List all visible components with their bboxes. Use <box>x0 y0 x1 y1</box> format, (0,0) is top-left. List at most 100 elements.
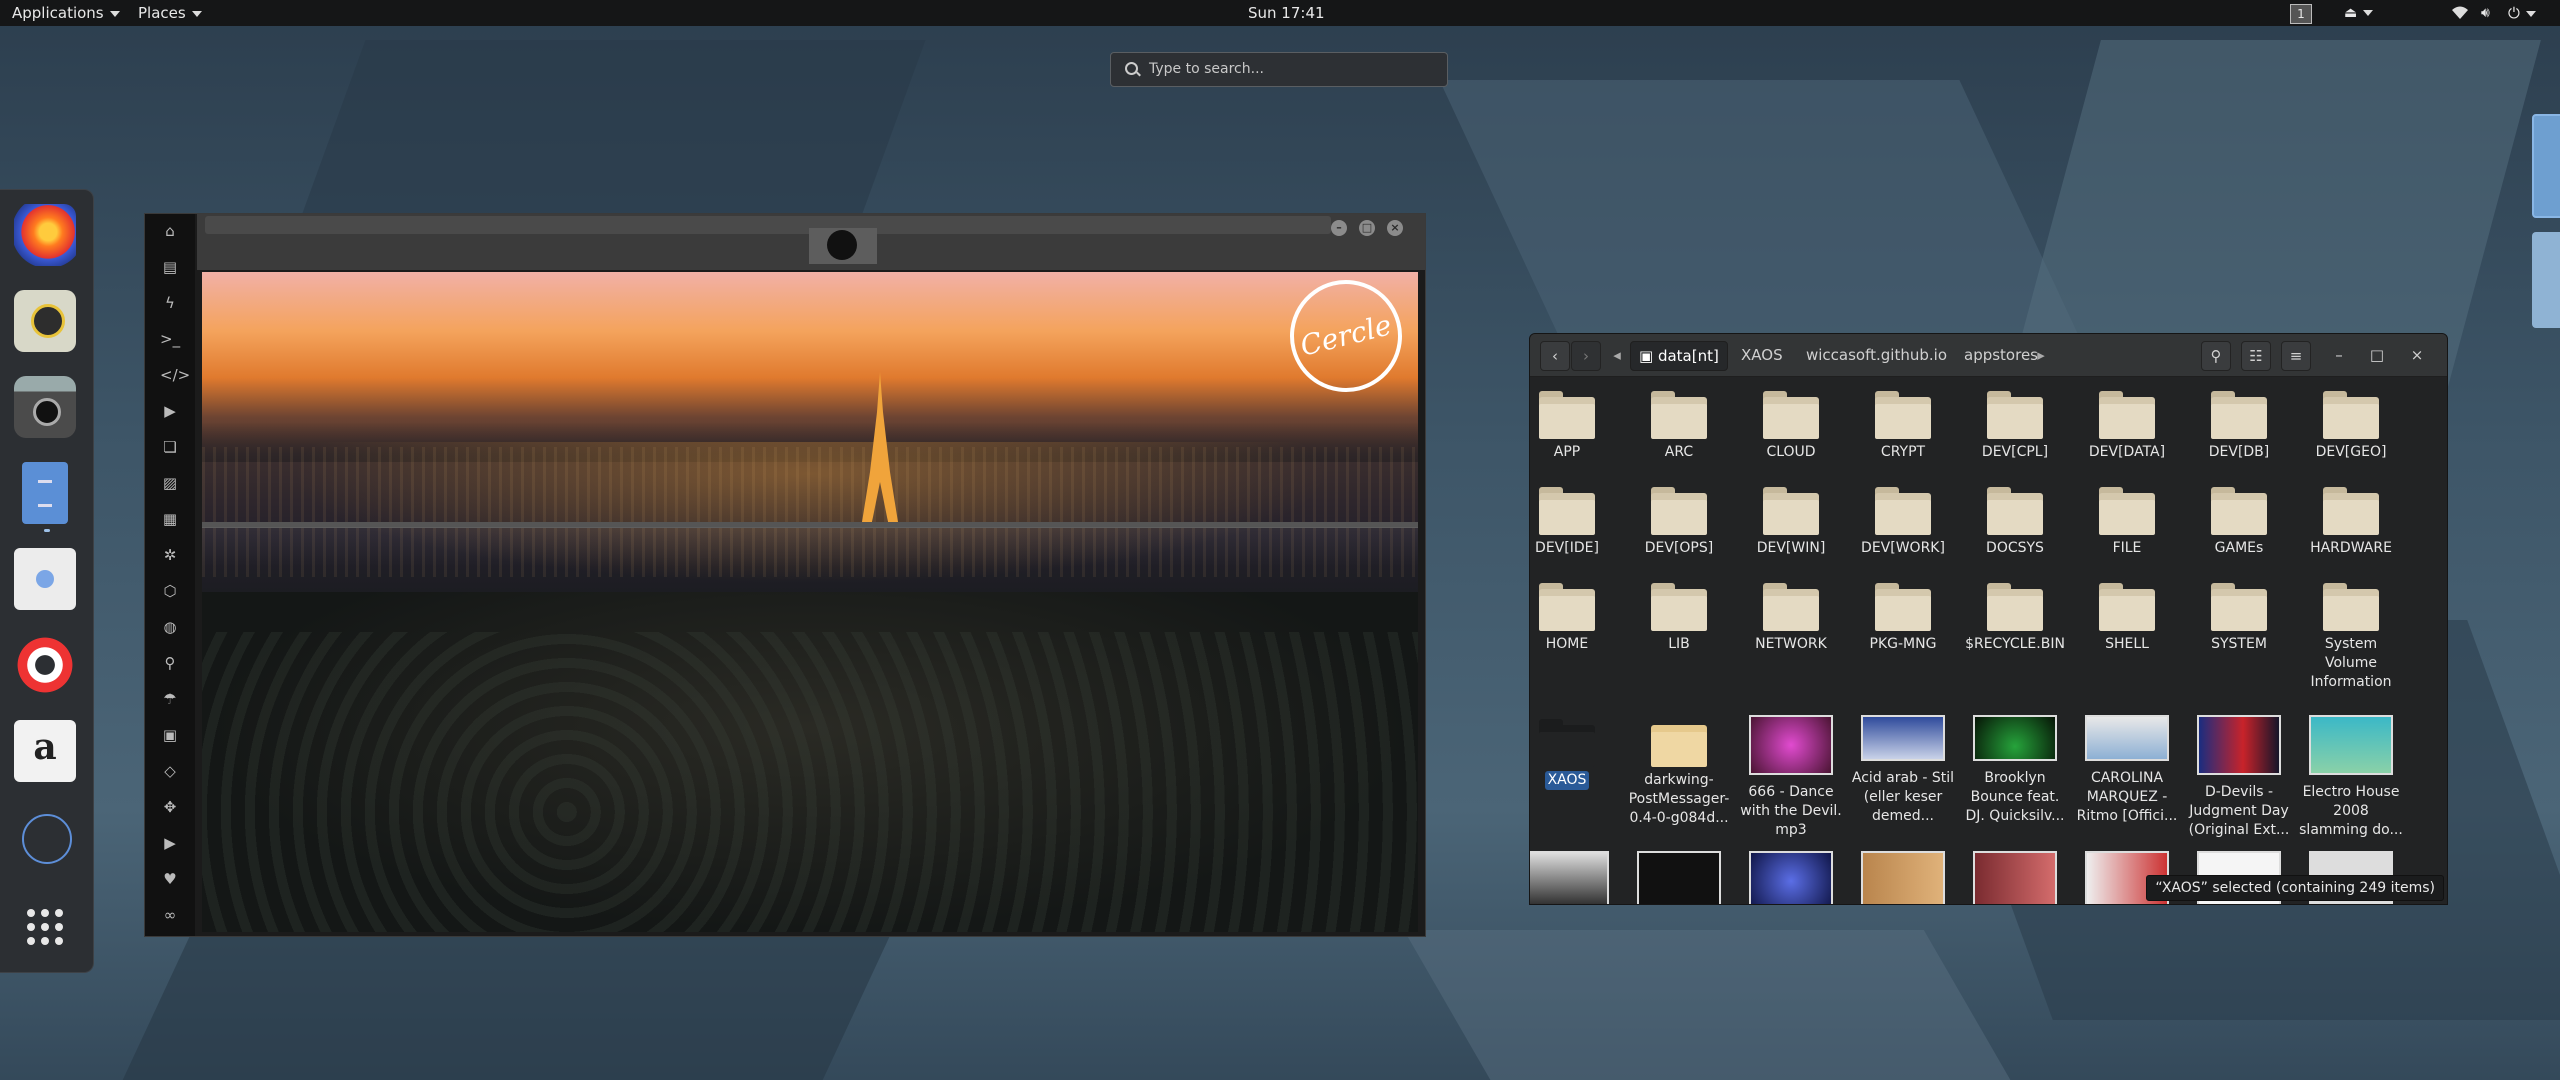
folder-item[interactable]: LIB <box>1627 579 1731 654</box>
settings-icon[interactable]: ✲ <box>160 546 180 564</box>
close-button[interactable]: × <box>1387 220 1403 236</box>
newspaper-icon[interactable]: ▦ <box>160 510 180 528</box>
minimize-button[interactable]: – <box>2330 341 2348 369</box>
files-cabinet-icon[interactable] <box>22 462 68 524</box>
calendar-icon[interactable] <box>14 548 76 610</box>
media-file-item[interactable]: 666 - Dance with the Devil. mp3 <box>1739 715 1843 840</box>
hexagon-icon[interactable]: ⬡ <box>160 582 180 600</box>
media-file-item[interactable]: CAROLINA MARQUEZ - Ritmo [Offici... <box>2075 715 2179 826</box>
folder-item[interactable]: DEV[WORK] <box>1851 483 1955 558</box>
folder-item[interactable]: APP <box>1530 387 1619 462</box>
folder-item[interactable]: DOCSYS <box>1963 483 2067 558</box>
workspace-indicator[interactable]: 1 <box>2290 0 2312 26</box>
video-frame[interactable]: Cercle <box>202 272 1418 932</box>
workspace-thumbnail[interactable] <box>2532 114 2560 218</box>
folder-item[interactable]: SYSTEM <box>2187 579 2291 654</box>
eject-icon[interactable]: ⏏ <box>2344 0 2374 26</box>
folder-item[interactable]: CLOUD <box>1739 387 1843 462</box>
image-icon[interactable]: ▨ <box>160 474 180 492</box>
file-manager-window[interactable]: ‹ › ◂ ▣ data[nt] XAOS wiccasoft.github.i… <box>1529 333 2448 905</box>
close-button[interactable]: × <box>2408 341 2426 369</box>
image-stack-icon[interactable]: ❏ <box>160 438 180 456</box>
folder-item[interactable]: CRYPT <box>1851 387 1955 462</box>
workspace-switcher-edge[interactable] <box>2528 112 2560 332</box>
media-file-item[interactable] <box>1851 851 1955 904</box>
media-file-item[interactable] <box>1627 851 1731 904</box>
folder-item[interactable]: System Volume Information <box>2299 579 2403 692</box>
folder-item-selected[interactable]: XAOS <box>1530 715 1619 790</box>
breadcrumb-appstores[interactable]: appstores <box>1956 341 2046 369</box>
media-file-item[interactable]: Electro House 2008 slamming do... <box>2299 715 2403 840</box>
breadcrumb-wiccasoft[interactable]: wiccasoft.github.io <box>1798 341 1955 369</box>
minimize-button[interactable]: – <box>1331 220 1347 236</box>
bolt-icon[interactable]: ϟ <box>160 294 180 312</box>
maximize-button[interactable]: □ <box>1359 220 1375 236</box>
heart-icon[interactable]: ♥ <box>160 870 180 888</box>
help-lifebuoy-icon[interactable] <box>14 634 76 696</box>
terminal-icon[interactable]: >_ <box>160 330 180 348</box>
folder-item[interactable]: HOME <box>1530 579 1619 654</box>
power-icon[interactable]: ⏻ <box>2508 0 2536 26</box>
media-file-item[interactable] <box>1739 851 1843 904</box>
media-file-item[interactable]: D-Devils - Judgment Day (Original Ext... <box>2187 715 2291 840</box>
camera-icon[interactable] <box>14 376 76 438</box>
folder-item[interactable]: $RECYCLE.BIN <box>1963 579 2067 654</box>
globe-icon[interactable]: ◍ <box>160 618 180 636</box>
folder-item[interactable]: DEV[IDE] <box>1530 483 1619 558</box>
speaker-icon[interactable] <box>14 290 76 352</box>
folder-item[interactable]: PKG-MNG <box>1851 579 1955 654</box>
path-left-button[interactable]: ◂ <box>1610 341 1624 369</box>
play-icon[interactable]: ▶ <box>160 402 180 420</box>
folder-item[interactable]: DEV[GEO] <box>2299 387 2403 462</box>
media-titlebar[interactable]: – □ × <box>197 214 1425 270</box>
show-applications-icon[interactable] <box>14 896 76 958</box>
volume-icon[interactable]: 🔊︎ <box>2481 0 2490 26</box>
workspace-dots-icon[interactable] <box>22 814 72 864</box>
document-icon[interactable]: ▤ <box>160 258 180 276</box>
forward-button[interactable]: › <box>1571 341 1601 371</box>
package-item[interactable]: darkwing-PostMessager-0.4-0-g084d... <box>1627 715 1731 828</box>
folder-item[interactable]: DEV[DATA] <box>2075 387 2179 462</box>
folder-item[interactable]: FILE <box>2075 483 2179 558</box>
amazon-icon[interactable]: a <box>14 720 76 782</box>
search-input[interactable]: Type to search... <box>1110 52 1448 87</box>
tags-icon[interactable]: ◇ <box>160 762 180 780</box>
folder-item[interactable]: DEV[WIN] <box>1739 483 1843 558</box>
menu-button[interactable]: ≡ <box>2281 341 2311 371</box>
back-button[interactable]: ‹ <box>1540 341 1570 371</box>
view-toggle-button[interactable]: ☷ <box>2241 341 2271 371</box>
home-icon[interactable]: ⌂ <box>160 222 180 240</box>
address-bar[interactable] <box>205 216 1331 234</box>
media-file-item[interactable] <box>1530 851 1619 904</box>
expand-icon[interactable]: ✥ <box>160 798 180 816</box>
folder-item[interactable]: DEV[CPL] <box>1963 387 2067 462</box>
places-menu[interactable]: Places <box>138 0 202 26</box>
path-right-button[interactable]: ▸ <box>2034 341 2048 369</box>
folder-item[interactable]: DEV[OPS] <box>1627 483 1731 558</box>
breadcrumb-data-nt[interactable]: ▣ data[nt] <box>1630 341 1728 371</box>
search-icon[interactable]: ⚲ <box>160 654 180 672</box>
contact-icon[interactable]: ▣ <box>160 726 180 744</box>
link-icon[interactable]: ∞ <box>160 906 180 924</box>
folder-item[interactable]: NETWORK <box>1739 579 1843 654</box>
breadcrumb-xaos[interactable]: XAOS <box>1733 341 1791 369</box>
code-icon[interactable]: </> <box>160 366 190 384</box>
folder-item[interactable]: SHELL <box>2075 579 2179 654</box>
clock[interactable]: Sun 17:41 <box>1248 0 1325 26</box>
wifi-icon[interactable] <box>2451 0 2469 26</box>
folder-item[interactable]: GAMEs <box>2187 483 2291 558</box>
maximize-button[interactable]: □ <box>2368 341 2386 369</box>
rebel-logo-tab[interactable] <box>809 228 877 264</box>
folder-item[interactable]: ARC <box>1627 387 1731 462</box>
umbrella-icon[interactable]: ☂ <box>160 690 180 708</box>
youtube-icon[interactable]: ▶ <box>160 834 180 852</box>
media-file-item[interactable]: Brooklyn Bounce feat. DJ. Quicksilv... <box>1963 715 2067 826</box>
workspace-thumbnail[interactable] <box>2532 232 2560 328</box>
applications-menu[interactable]: Applications <box>12 0 120 26</box>
search-button[interactable]: ⚲ <box>2201 341 2231 371</box>
media-player-window[interactable]: ⌂ ▤ ϟ >_ </> ▶ ❏ ▨ ▦ ✲ ⬡ ◍ ⚲ ☂ ▣ ◇ ✥ ▶ ♥… <box>144 213 1426 937</box>
media-file-item[interactable] <box>1963 851 2067 904</box>
folder-item[interactable]: DEV[DB] <box>2187 387 2291 462</box>
media-file-item[interactable]: Acid arab - Stil (eller keser demed... <box>1851 715 1955 826</box>
folder-item[interactable]: HARDWARE <box>2299 483 2403 558</box>
